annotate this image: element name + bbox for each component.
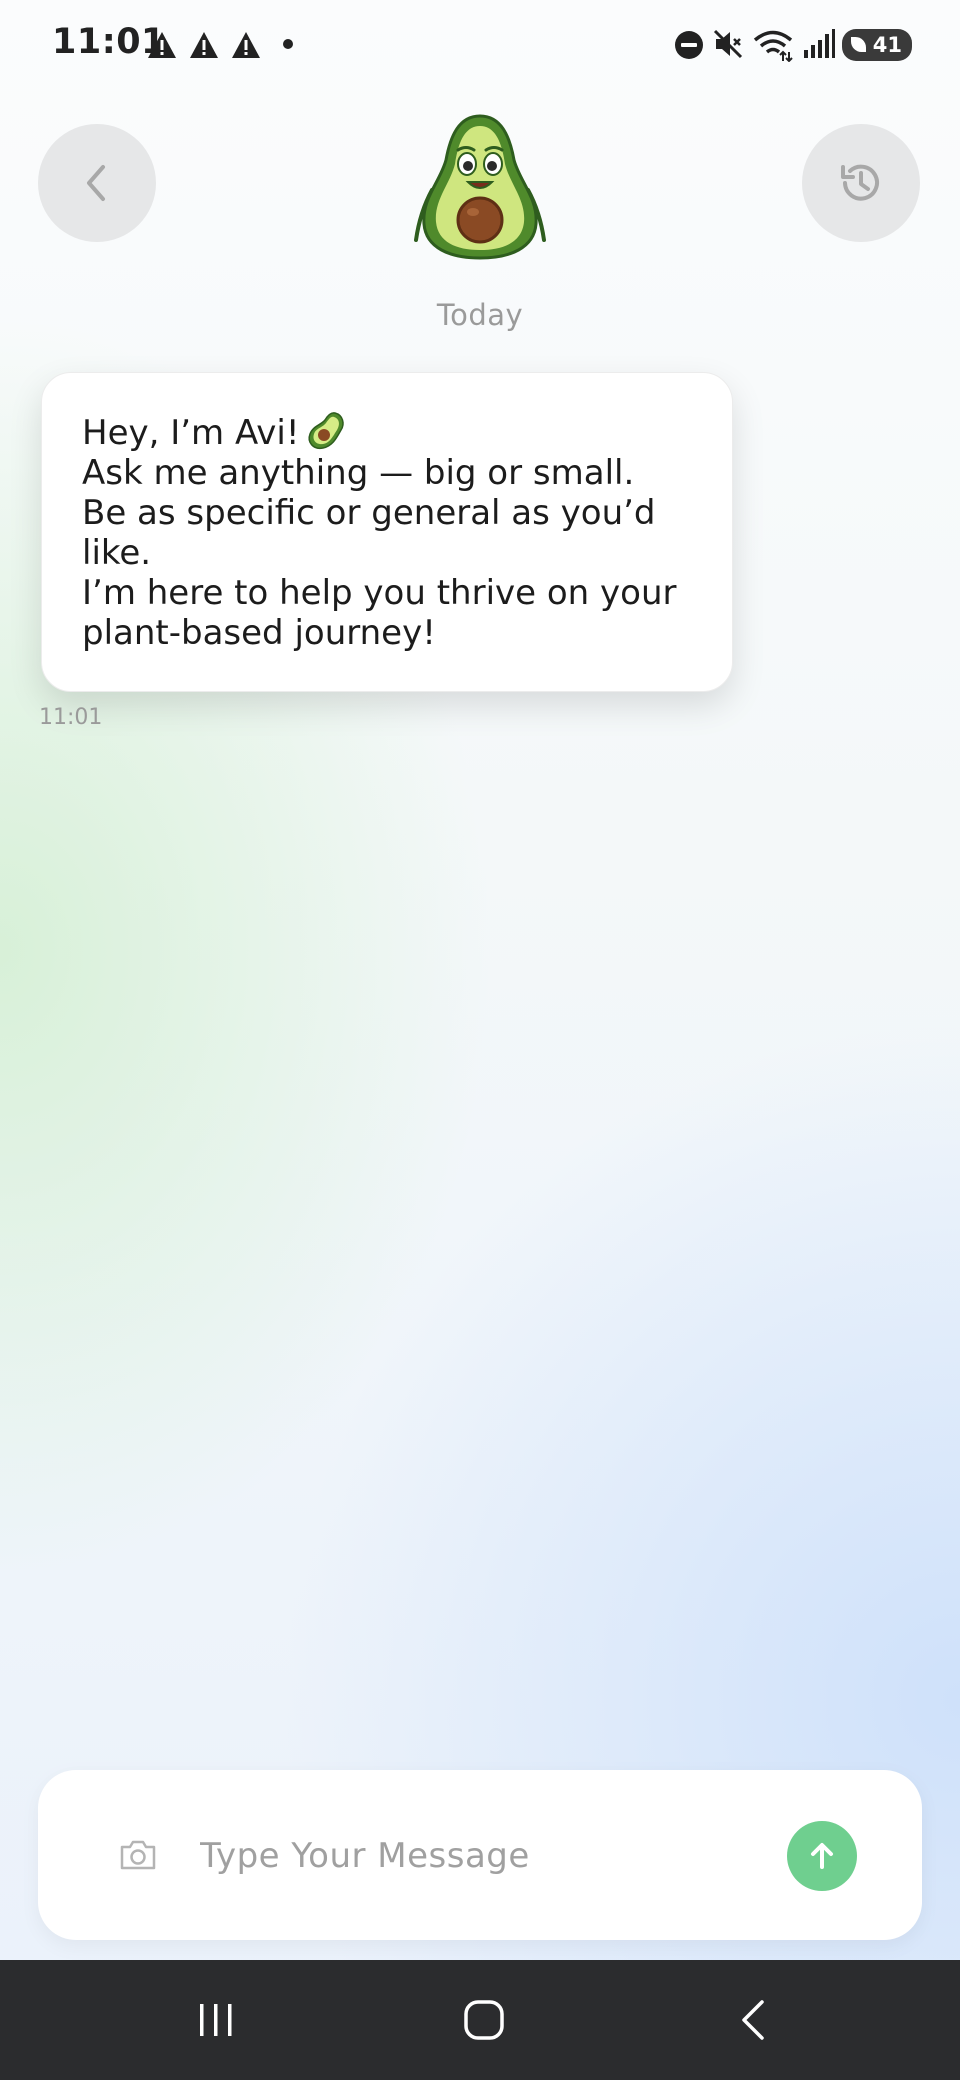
- warning-icon: [232, 32, 260, 58]
- home-icon: [464, 2000, 504, 2040]
- battery-saver-icon: [851, 37, 866, 52]
- back-arrow-icon: [742, 2000, 764, 2040]
- message-line: plant-based journey!: [82, 613, 436, 653]
- history-icon: [841, 164, 879, 201]
- battery-icon: 41: [842, 29, 912, 61]
- history-button[interactable]: [802, 124, 920, 242]
- home-button[interactable]: [444, 1990, 524, 2050]
- send-button[interactable]: [787, 1821, 857, 1891]
- message-line: Be as specific or general as you’d: [82, 493, 656, 533]
- notification-dot: [283, 39, 293, 49]
- warning-icon: [190, 32, 218, 58]
- back-button[interactable]: [38, 124, 156, 242]
- message-composer: [38, 1770, 922, 1940]
- message-timestamp: 11:01: [39, 705, 103, 730]
- message-line: like.: [82, 533, 152, 573]
- warning-icon: [148, 32, 176, 58]
- assistant-message-bubble: Hey, I’m Avi! Ask me anything — big or s…: [41, 372, 733, 692]
- signal-icon: [804, 29, 835, 58]
- recent-apps-icon: [200, 2004, 232, 2036]
- camera-icon[interactable]: [118, 1838, 158, 1872]
- mute-icon: [713, 29, 743, 59]
- message-line: Ask me anything — big or small.: [82, 453, 635, 493]
- message-line: Hey, I’m Avi!: [82, 411, 694, 453]
- chevron-left-icon: [87, 165, 105, 201]
- wifi-icon: [753, 30, 793, 62]
- avocado-emoji: [308, 411, 345, 449]
- message-line: I’m here to help you thrive on your: [82, 573, 677, 613]
- avocado-mascot: [414, 114, 546, 260]
- status-bar: 11:01 41: [0, 0, 960, 90]
- battery-level: 41: [872, 33, 902, 57]
- nav-back-button[interactable]: [714, 1990, 794, 2050]
- system-navigation-bar: [0, 1960, 960, 2080]
- recent-apps-button[interactable]: [176, 1990, 256, 2050]
- arrow-up-icon: [811, 1843, 833, 1869]
- do-not-disturb-icon: [675, 31, 703, 59]
- date-separator: Today: [436, 298, 524, 332]
- message-input[interactable]: [198, 1822, 782, 1890]
